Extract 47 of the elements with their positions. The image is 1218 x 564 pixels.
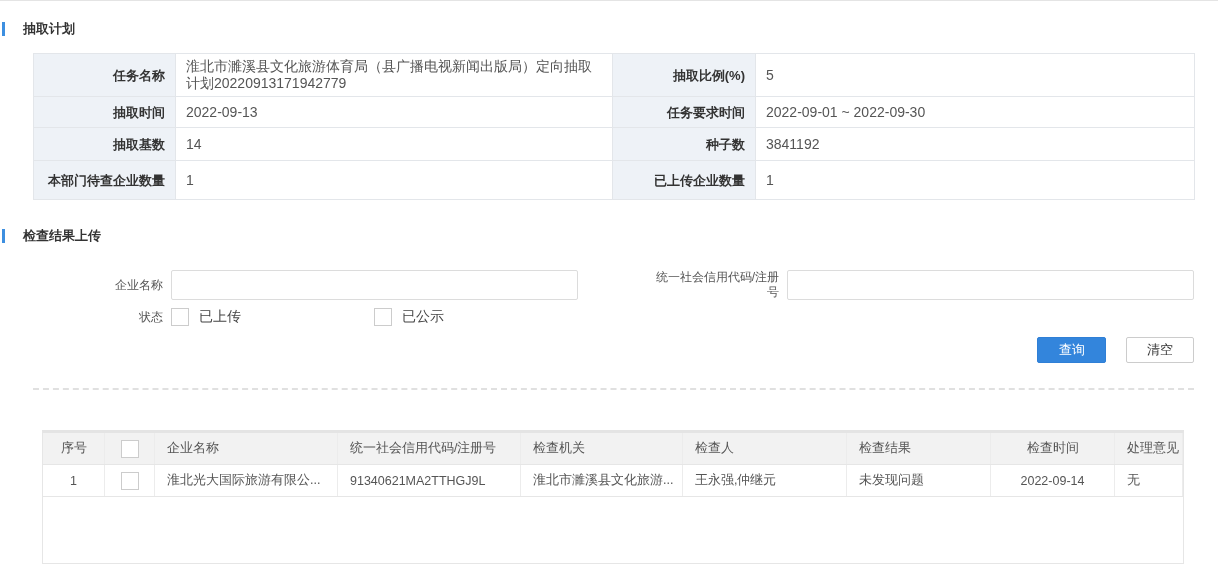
clear-button[interactable]: 清空: [1126, 337, 1194, 363]
field-label: 本部门待查企业数量: [33, 160, 176, 200]
field-label: 已上传企业数量: [612, 160, 756, 200]
field-value: 5: [755, 53, 1195, 97]
table-cell: 王永强,仲继元: [695, 472, 777, 489]
table-cell: 未发现问题: [859, 472, 924, 489]
search-button[interactable]: 查询: [1037, 337, 1106, 363]
field-value: 14: [175, 127, 613, 161]
checkbox-label: 已公示: [402, 308, 444, 326]
table-cell: 无: [1127, 472, 1140, 489]
checkbox[interactable]: [171, 308, 189, 326]
table-cell: 91340621MA2TTHGJ9L: [350, 473, 486, 488]
table-cell: 淮北光大国际旅游有限公...: [167, 472, 321, 489]
field-label: 统一社会信用代码/注册号: [654, 270, 779, 300]
table-cell: 1: [70, 473, 77, 488]
input-field[interactable]: [787, 270, 1194, 300]
field-label: 企业名称: [115, 277, 163, 293]
section-title: 抽取计划: [23, 20, 75, 38]
column-header: 企业名称: [167, 440, 219, 457]
select-all-checkbox[interactable]: [120, 439, 139, 458]
field-value: 淮北市濉溪县文化旅游体育局（县广播电视新闻出版局）定向抽取计划20220913171942779: [175, 53, 613, 97]
field-label: 任务名称: [33, 53, 176, 97]
field-label: 任务要求时间: [612, 96, 756, 128]
column-header: 检查机关: [533, 440, 585, 457]
field-label: 抽取时间: [33, 96, 176, 128]
column-header: 检查人: [695, 440, 734, 457]
column-header: 检查结果: [859, 440, 911, 457]
table-cell: 淮北市濉溪县文化旅游...: [533, 472, 674, 489]
column-header: 检查时间: [1026, 440, 1079, 457]
field-value: 3841192: [755, 127, 1195, 161]
field-label: 抽取基数: [33, 127, 176, 161]
field-label: 种子数: [612, 127, 756, 161]
field-label: 状态: [139, 309, 163, 325]
section-title: 检查结果上传: [23, 227, 101, 245]
column-header: 统一社会信用代码/注册号: [350, 440, 497, 457]
table-cell: 2022-09-14: [1020, 473, 1085, 488]
field-value: 2022-09-13: [175, 96, 613, 128]
field-value: 1: [175, 160, 613, 200]
field-value: 1: [755, 160, 1195, 200]
checkbox-label: 已上传: [199, 308, 241, 326]
column-header: 序号: [60, 440, 87, 457]
field-label: 抽取比例(%): [612, 53, 756, 97]
field-value: 2022-09-01 ~ 2022-09-30: [755, 96, 1195, 128]
column-header: 处理意见: [1127, 440, 1179, 457]
row-checkbox[interactable]: [120, 471, 139, 490]
checkbox[interactable]: [374, 308, 392, 326]
input-field[interactable]: [171, 270, 578, 300]
